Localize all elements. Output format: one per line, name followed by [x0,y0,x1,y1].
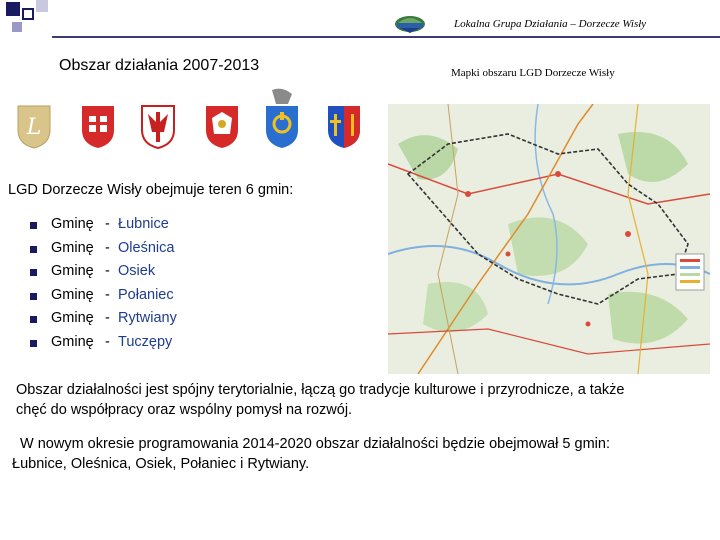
gmina-name: Łubnice [118,216,169,232]
lubnice-coat-of-arms-icon: L [16,104,52,150]
gmina-name: Oleśnica [118,239,175,256]
gmina-label: Gminę [51,263,94,280]
header-line [52,36,720,38]
gmina-name: Rytwiany [118,310,177,327]
gmina-label: Gminę [51,333,94,350]
gmina-dash: - [105,216,110,232]
lgd-logo-icon [394,10,426,34]
osiek-coat-of-arms-icon [140,104,176,150]
rytwiany-coat-of-arms-icon [264,88,300,150]
bullet-icon [30,222,37,229]
gmina-name: Tuczępy [118,333,173,350]
gmina-dash: - [105,286,110,303]
gmina-name: Połaniec [118,286,174,303]
intro-text: LGD Dorzecze Wisły obejmuje teren 6 gmin… [8,182,294,198]
bullet-icon [30,339,37,347]
gmina-label: Gminę [51,239,94,256]
paragraph-scope-line-2: chęć do współpracy oraz wspólny pomysł n… [16,402,353,418]
polaniec-coat-of-arms-icon [204,104,240,150]
gmina-dash: - [105,263,110,280]
gmina-label: Gminę [51,286,94,303]
bullet-icon [30,269,37,277]
olesnica-coat-of-arms-icon [80,104,116,150]
bullet-icon [30,316,37,324]
paragraph-scope: Obszar działalności jest spójny terytori… [16,380,624,420]
paragraph-new-period-line-1: W nowym okresie programowania 2014-2020 … [20,436,610,452]
svg-text:L: L [26,115,42,140]
map-title: Mapki obszaru LGD Dorzecze Wisły [451,67,615,79]
page-title: Obszar działania 2007-2013 [59,57,260,74]
gmina-dash: - [105,310,110,327]
gmina-name: Osiek [118,263,156,280]
gmina-label: Gminę [51,216,94,232]
bullet-icon [30,245,37,253]
tuczepy-coat-of-arms-icon [326,104,362,150]
paragraph-new-period: W nowym okresie programowania 2014-2020 … [12,434,610,474]
paragraph-new-period-line-2: Łubnice, Oleśnica, Osiek, Połaniec i Ryt… [12,456,310,472]
bullet-icon [30,292,37,300]
header-org-text: Lokalna Grupa Działania – Dorzecze Wisły [454,18,647,30]
paragraph-scope-line-1: Obszar działalności jest spójny terytori… [16,382,625,398]
area-map-image [387,103,711,375]
gmina-label: Gminę [51,310,94,327]
gmina-dash: - [105,239,110,256]
gmina-dash: - [105,333,110,350]
